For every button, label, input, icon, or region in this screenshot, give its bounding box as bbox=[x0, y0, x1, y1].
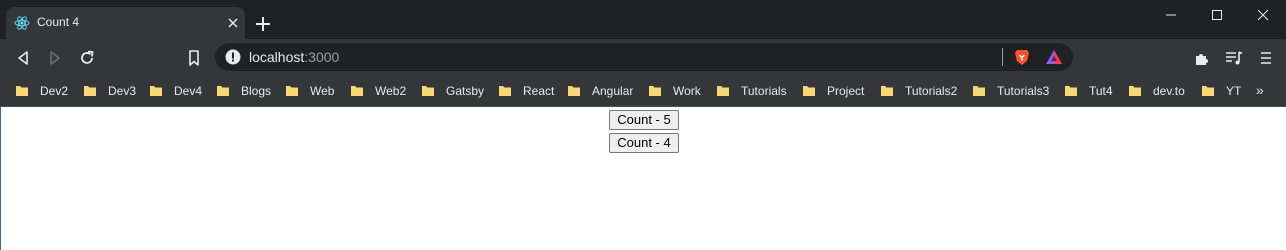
folder-icon bbox=[217, 86, 229, 96]
bookmark-label: YT bbox=[1226, 84, 1242, 98]
bookmark-folder-devto[interactable]: dev.to bbox=[1128, 82, 1185, 100]
folder-icon bbox=[568, 86, 580, 96]
folder-icon bbox=[649, 86, 661, 96]
bookmark-label: React bbox=[523, 84, 555, 98]
bookmark-folder-web2[interactable]: Web2 bbox=[350, 82, 406, 100]
folder-icon bbox=[803, 86, 815, 96]
folder-icon bbox=[973, 86, 985, 96]
bookmark-label: Gatsby bbox=[446, 84, 485, 98]
folder-icon bbox=[16, 86, 28, 96]
url-port: :3000 bbox=[304, 49, 340, 65]
folder-icon bbox=[286, 86, 298, 96]
bookmark-label: Angular bbox=[592, 84, 634, 98]
close-window-icon[interactable] bbox=[1240, 0, 1286, 30]
folder-icon bbox=[1065, 86, 1077, 96]
minimize-icon[interactable] bbox=[1148, 0, 1194, 30]
maximize-icon[interactable] bbox=[1194, 0, 1240, 30]
folder-icon bbox=[84, 86, 96, 96]
bookmark-label: Dev3 bbox=[108, 84, 137, 98]
bookmark-icon[interactable] bbox=[184, 48, 204, 68]
forward-icon[interactable] bbox=[45, 48, 65, 68]
folder-icon bbox=[717, 86, 729, 96]
bookmark-folder-web[interactable]: Web bbox=[285, 82, 334, 100]
bookmark-folder-dev3[interactable]: Dev3 bbox=[83, 82, 136, 100]
bookmark-label: dev.to bbox=[1153, 84, 1185, 98]
folder-icon bbox=[1202, 86, 1214, 96]
folder-icon bbox=[351, 86, 363, 96]
bookmark-label: Web bbox=[310, 84, 335, 98]
count-button-1[interactable]: Count - 5 bbox=[609, 110, 679, 130]
react-favicon-icon bbox=[14, 16, 30, 30]
divider bbox=[1002, 48, 1003, 66]
bookmark-folder-yt[interactable]: YT bbox=[1201, 82, 1241, 100]
folder-icon bbox=[1129, 86, 1141, 96]
back-icon[interactable] bbox=[13, 48, 33, 68]
brave-rewards-icon[interactable] bbox=[1045, 48, 1063, 66]
bookmark-folder-dev2[interactable]: Dev2 bbox=[15, 82, 68, 100]
browser-toolbar: localhost:3000 bbox=[0, 39, 1286, 76]
bookmark-folder-angular[interactable]: Angular bbox=[567, 82, 633, 100]
count-button-2[interactable]: Count - 4 bbox=[609, 133, 679, 153]
reload-icon[interactable] bbox=[77, 48, 97, 68]
folder-icon bbox=[150, 86, 162, 96]
folder-icon bbox=[881, 86, 893, 96]
bookmark-folder-tut4[interactable]: Tut4 bbox=[1064, 82, 1113, 100]
plus-icon[interactable] bbox=[254, 15, 272, 33]
bookmark-label: Dev2 bbox=[40, 84, 69, 98]
browser-tab[interactable]: Count 4 bbox=[6, 7, 245, 39]
menu-icon[interactable] bbox=[1256, 48, 1276, 68]
info-icon[interactable] bbox=[225, 49, 241, 65]
bookmark-label: Project bbox=[827, 84, 865, 98]
bookmark-folder-project[interactable]: Project bbox=[802, 82, 864, 100]
bookmark-label: Work bbox=[673, 84, 701, 98]
url-host: localhost bbox=[249, 49, 305, 65]
tab-title: Count 4 bbox=[37, 15, 80, 29]
bookmark-folder-react[interactable]: React bbox=[498, 82, 554, 100]
bookmark-label: Tutorials2 bbox=[905, 84, 958, 98]
url-text: localhost:3000 bbox=[249, 49, 339, 65]
bookmark-folder-dev4[interactable]: Dev4 bbox=[149, 82, 202, 100]
bookmark-label: Tutorials bbox=[741, 84, 787, 98]
title-bar: Count 4 bbox=[0, 0, 1286, 39]
close-icon[interactable] bbox=[225, 15, 241, 31]
bookmark-label: Web2 bbox=[375, 84, 407, 98]
folder-icon bbox=[422, 86, 434, 96]
extensions-icon[interactable] bbox=[1192, 48, 1212, 68]
folder-icon bbox=[499, 86, 511, 96]
bookmark-folder-tutorials2[interactable]: Tutorials2 bbox=[880, 82, 957, 100]
bookmark-label: Dev4 bbox=[174, 84, 203, 98]
bookmarks-bar: Dev2 Dev3 Dev4 Blogs Web Web2 Gatsby Rea… bbox=[0, 76, 1286, 107]
bookmark-label: Tut4 bbox=[1089, 84, 1113, 98]
bookmark-folder-tutorials[interactable]: Tutorials bbox=[716, 82, 787, 100]
bookmark-folder-work[interactable]: Work bbox=[648, 82, 701, 100]
brave-shield-icon[interactable] bbox=[1013, 48, 1031, 66]
address-bar[interactable]: localhost:3000 bbox=[215, 43, 1073, 71]
bookmark-folder-blogs[interactable]: Blogs bbox=[216, 82, 271, 100]
more-bookmarks-icon[interactable]: » bbox=[1256, 82, 1272, 100]
bookmark-folder-tutorials3[interactable]: Tutorials3 bbox=[972, 82, 1049, 100]
bookmark-label: Tutorials3 bbox=[997, 84, 1050, 98]
bookmark-folder-gatsby[interactable]: Gatsby bbox=[421, 82, 484, 100]
bookmark-label: Blogs bbox=[241, 84, 272, 98]
media-controls-icon[interactable] bbox=[1224, 48, 1244, 68]
